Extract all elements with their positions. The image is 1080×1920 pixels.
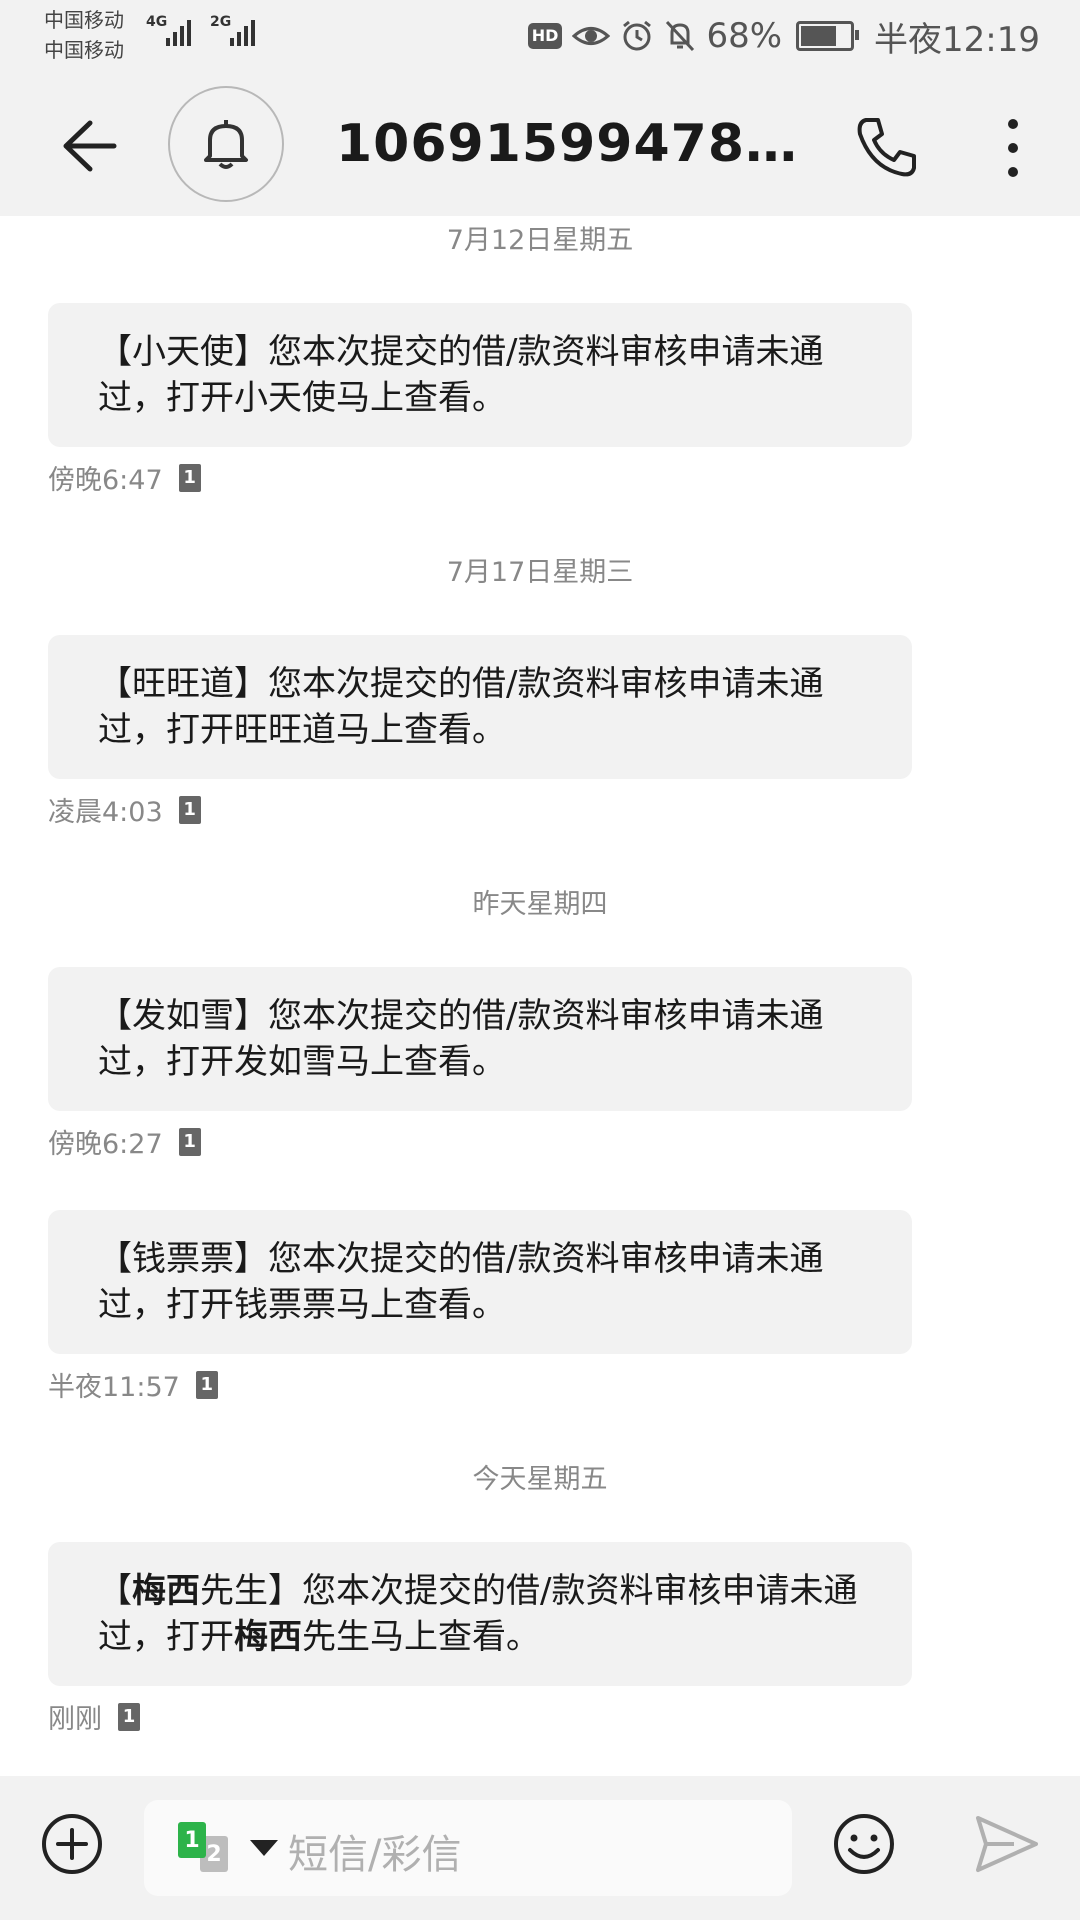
bracket-open: 【: [98, 996, 132, 1036]
phone-icon[interactable]: [852, 112, 922, 182]
message-bubble[interactable]: 【发如雪】您本次提交的借/款资料审核申请未通过，打开发如雪马上查看。: [48, 967, 912, 1111]
message-time: 傍晚6:47: [48, 465, 163, 496]
date-separator: 昨天星期四: [472, 889, 608, 920]
clock: 半夜12:19: [874, 19, 1040, 60]
network-type-2: 2G: [210, 14, 232, 30]
status-bar: 中国移动 中国移动 4G 2G HD 68% 半夜12:19: [0, 0, 1080, 76]
date-separator: 7月17日星期三: [446, 557, 634, 588]
brand-name: 旺旺道: [234, 710, 336, 750]
chevron-down-icon[interactable]: [250, 1840, 278, 1856]
message-time: 凌晨4:03: [48, 797, 163, 828]
input-placeholder: 短信/彩信: [288, 1832, 462, 1878]
message-tail: 马上查看。: [370, 1617, 540, 1657]
message-time: 刚刚: [48, 1704, 102, 1735]
message-tail: 马上查看。: [336, 710, 506, 750]
message-tail: 马上查看。: [336, 378, 506, 418]
message-tail: 马上查看。: [336, 1285, 506, 1325]
date-separator: 7月12日星期五: [446, 225, 634, 256]
alarm-icon: [623, 20, 652, 51]
add-circle-icon[interactable]: [40, 1812, 104, 1876]
bracket-open: 【: [98, 1239, 132, 1279]
conversation-header: 10691599478427...: [0, 76, 1080, 216]
message-time: 半夜11:57: [48, 1372, 180, 1403]
brand-name-bold: 梅西: [234, 1617, 302, 1657]
message-meta: 半夜11:57 1: [48, 1365, 218, 1404]
message-time: 傍晚6:27: [48, 1129, 163, 1160]
brand-name: 旺旺道: [132, 664, 234, 704]
conversation-title: 10691599478427...: [336, 114, 806, 174]
status-indicators: HD 68% 半夜12:19: [527, 14, 1040, 60]
brand-name: 发如雪: [234, 1042, 336, 1082]
brand-name-rest: 先生: [200, 1571, 268, 1611]
bracket-open: 【: [98, 332, 132, 372]
message-bubble[interactable]: 【小天使】您本次提交的借/款资料审核申请未通过，打开小天使马上查看。: [48, 303, 912, 447]
carrier-1-label: 中国移动: [44, 8, 124, 32]
battery-fill: [801, 26, 837, 46]
signal-bars-2-icon: [230, 16, 255, 46]
send-icon[interactable]: [974, 1812, 1040, 1876]
sim-card-icon: 1: [118, 1702, 140, 1731]
message-bubble[interactable]: 【钱票票】您本次提交的借/款资料审核申请未通过，打开钱票票马上查看。: [48, 1210, 912, 1354]
signal-bars-1-icon: [166, 16, 191, 46]
sim-card-icon: 1: [195, 1370, 218, 1399]
carrier-2-label: 中国移动: [44, 38, 124, 62]
message-meta: 傍晚6:47 1: [48, 458, 201, 497]
message-input[interactable]: 2 1 短信/彩信: [144, 1800, 792, 1896]
eye-icon: [572, 27, 611, 45]
brand-name-bold: 梅西: [132, 1571, 200, 1611]
battery-icon: [796, 21, 860, 51]
message-meta: 凌晨4:03 1: [48, 790, 201, 829]
more-vertical-icon[interactable]: [990, 116, 1036, 180]
bracket-open: 【: [98, 664, 132, 704]
contact-avatar[interactable]: [168, 86, 284, 202]
bell-icon: [204, 120, 248, 169]
sim-card-icon: 1: [178, 1127, 201, 1156]
date-separator: 今天星期五: [472, 1464, 608, 1495]
message-meta: 刚刚 1: [48, 1697, 140, 1736]
brand-name-rest: 先生: [302, 1617, 370, 1657]
message-bubble[interactable]: 【旺旺道】您本次提交的借/款资料审核申请未通过，打开旺旺道马上查看。: [48, 635, 912, 779]
brand-name: 钱票票: [132, 1239, 234, 1279]
brand-name: 小天使: [132, 332, 234, 372]
emoji-icon[interactable]: [832, 1812, 896, 1876]
brand-name: 发如雪: [132, 996, 234, 1036]
sim-1-icon: 1: [178, 1822, 206, 1858]
battery-percent: 68%: [706, 16, 783, 56]
sim-card-icon: 1: [178, 795, 201, 824]
hd-icon: HD: [527, 23, 563, 49]
network-type-1: 4G: [146, 14, 168, 30]
mute-icon: [666, 20, 695, 52]
back-arrow-icon[interactable]: [50, 111, 120, 181]
message-tail: 马上查看。: [336, 1042, 506, 1082]
message-meta: 傍晚6:27 1: [48, 1122, 201, 1161]
message-bubble[interactable]: 【梅西先生】您本次提交的借/款资料审核申请未通过，打开梅西先生马上查看。: [48, 1542, 912, 1686]
composer-bar: 2 1 短信/彩信: [0, 1776, 1080, 1920]
brand-name: 钱票票: [234, 1285, 336, 1325]
sim-card-icon: 1: [178, 463, 201, 492]
bracket-open: 【: [98, 1571, 132, 1611]
sim-switch-button[interactable]: 2 1: [178, 1822, 238, 1872]
brand-name: 小天使: [234, 378, 336, 418]
